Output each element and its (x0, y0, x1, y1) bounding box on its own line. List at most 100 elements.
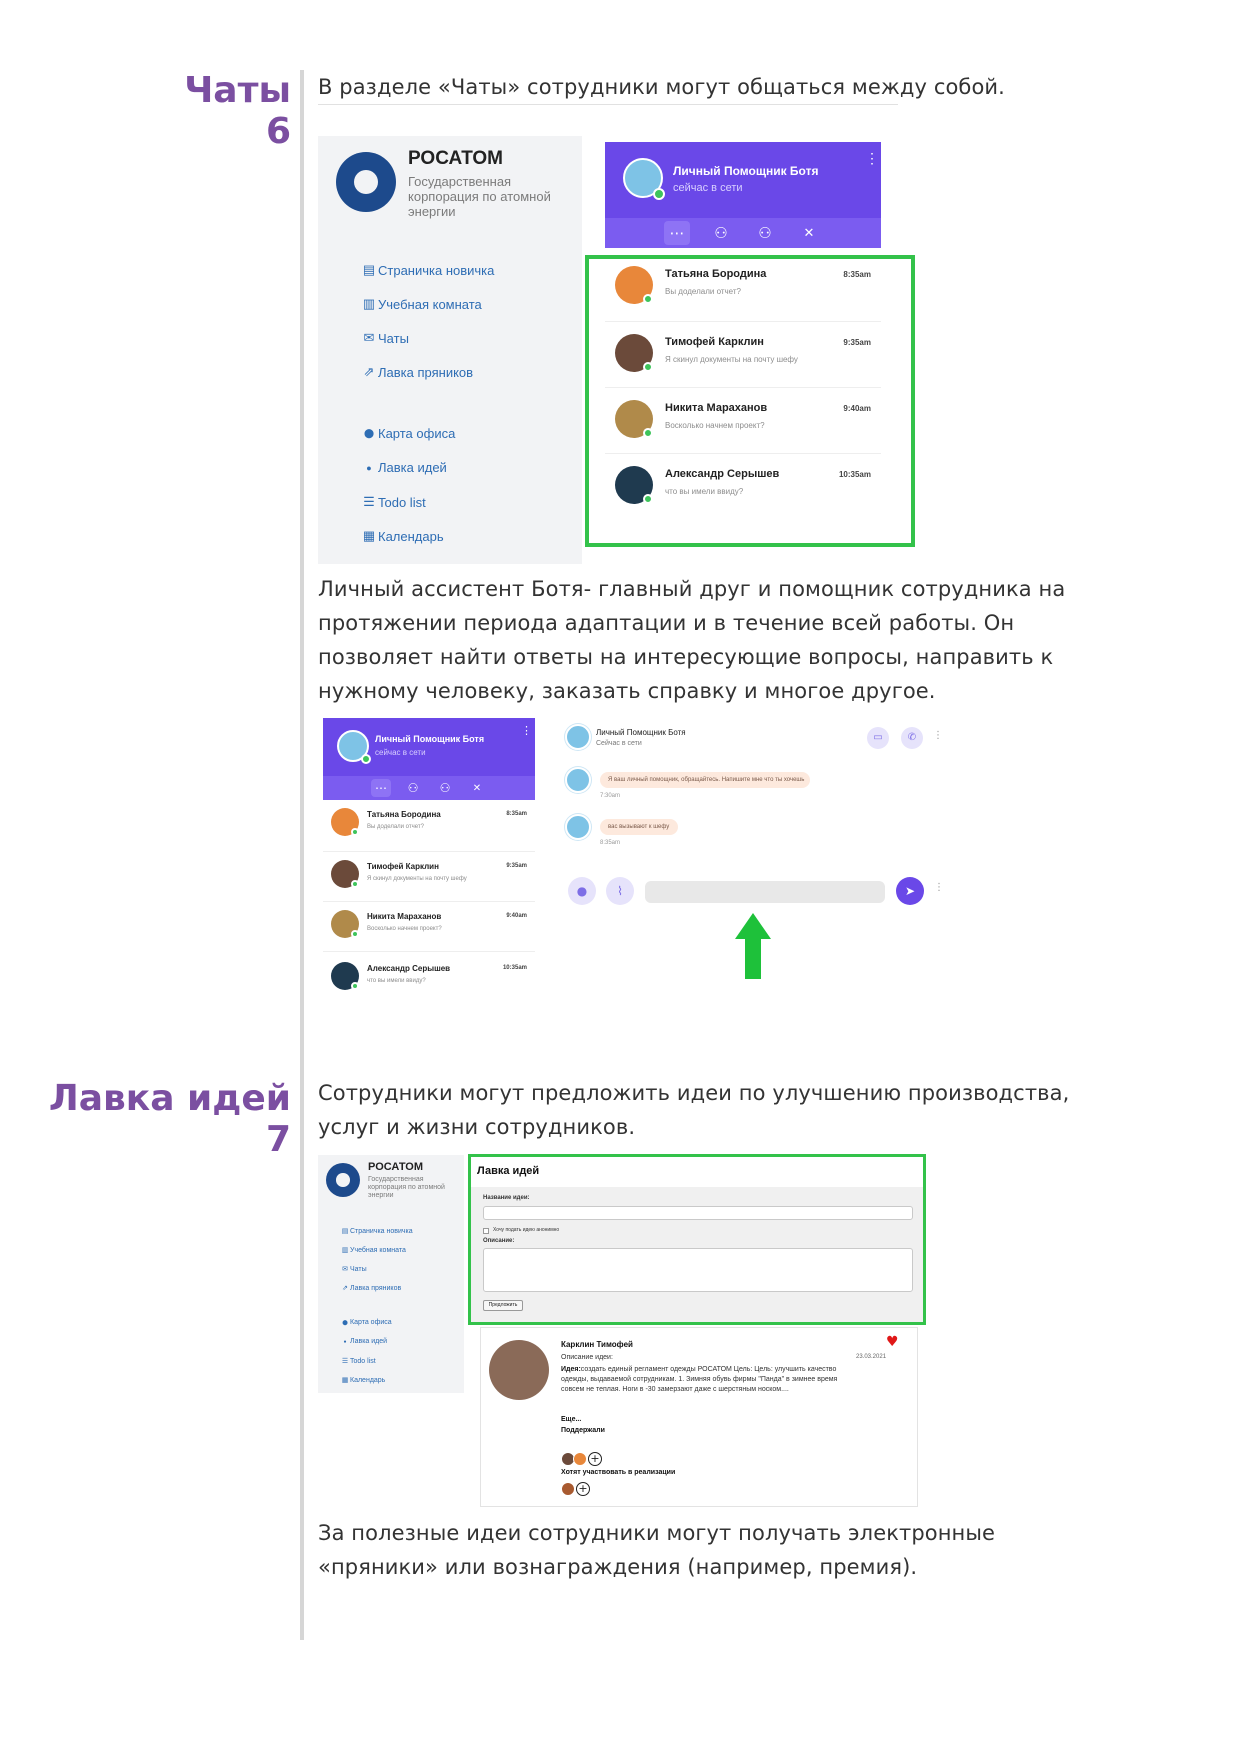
menu-item-study[interactable]: ▥ Учебная комната (360, 296, 482, 312)
close-icon[interactable]: ✕ (796, 226, 822, 241)
chat-row[interactable]: Никита Мараханов Восколько начнем проект… (323, 902, 535, 952)
idea-body: Идея:создать единый регламент одежды РОС… (561, 1365, 841, 1395)
envelope-icon: ✉ (342, 1266, 348, 1273)
chat-last-message: Вы доделали отчет? (367, 824, 424, 830)
chat-row[interactable]: Тимофей Карклин Я скинул документы на по… (323, 852, 535, 902)
brand-subtitle: Государственная корпорация по атомной эн… (368, 1176, 445, 1199)
video-camera-icon[interactable]: ▭ (867, 727, 889, 749)
send-icon[interactable]: ➤ (896, 877, 924, 905)
input-kebab-icon[interactable]: ⋮ (934, 882, 944, 893)
participate-label: Хотят участвовать в реализации (561, 1469, 676, 1476)
phone-icon[interactable]: ✆ (901, 727, 923, 749)
chat-last-message: Я скинул документы на почту шефу (367, 876, 467, 882)
participant-avatar (561, 1482, 575, 1496)
chat-name: Тимофей Карклин (367, 862, 439, 871)
idea-prefix: Идея: (561, 1366, 581, 1373)
bot-tabs: ⋯ ⚇ ⚇ ✕ (605, 218, 881, 248)
menu-item-office-map[interactable]: ⬤ Карта офиса (340, 1319, 391, 1326)
message-input[interactable] (645, 881, 885, 903)
heart-icon[interactable]: ♥ (886, 1334, 899, 1350)
message-bubble: Я ваш личный помощник, обращайтесь. Напи… (600, 772, 810, 788)
menu-item-todo[interactable]: ☰ Todo list (360, 494, 426, 510)
list-icon: ☰ (341, 1358, 349, 1365)
message-time: 8:35am (600, 840, 621, 846)
idea-desc-label: Описание идеи: (561, 1354, 613, 1361)
user-online-icon[interactable]: ⚇ (708, 224, 734, 242)
online-indicator (361, 754, 371, 764)
menu-item-calendar[interactable]: ▦ Календарь (340, 1376, 386, 1385)
envelope-icon: ✉ (363, 330, 375, 345)
user-icon[interactable]: ⚇ (435, 781, 455, 795)
kebab-menu-icon[interactable]: ⋮ (521, 724, 532, 737)
kebab-menu-icon[interactable]: ⋮ (865, 150, 879, 167)
idea-text: создать единый регламент одежды РОСАТОМ … (561, 1366, 838, 1393)
file-icon: ▤ (362, 262, 376, 277)
calendar-icon: ▦ (341, 1377, 349, 1384)
microphone-icon[interactable]: ● (568, 877, 596, 905)
author-avatar (489, 1340, 549, 1400)
chat-time: 9:40am (506, 913, 527, 919)
menu-item-study[interactable]: ▥ Учебная комната (340, 1246, 406, 1255)
chat-row[interactable]: Александр Серышев что вы имели ввиду? 10… (323, 952, 535, 1004)
bot-name: Личный Помощник Ботя (375, 734, 485, 744)
rewards-text: За полезные идеи сотрудники могут получа… (318, 1521, 996, 1579)
highlight-frame (585, 255, 915, 547)
chat-bubble-icon[interactable]: ⋯ (664, 221, 690, 245)
user-icon[interactable]: ⚇ (752, 224, 778, 242)
bot-description: Личный ассистент Ботя- главный друг и по… (318, 577, 1066, 703)
chats-intro: В разделе «Чаты» сотрудники могут общать… (318, 75, 1005, 99)
bot-header-small: Личный Помощник Ботя сейчас в сети ⋮ (323, 718, 535, 776)
conversation-bot-name: Личный Помощник Ботя (596, 728, 686, 737)
message-bubble: вас вызывают к шефу (600, 819, 678, 835)
idea-card: Карклин Тимофей Описание идеи: 23.03.202… (480, 1327, 918, 1507)
add-participant-icon[interactable]: + (576, 1482, 590, 1496)
section-heading-chats: Чаты 6 (184, 70, 291, 153)
chat-row[interactable]: Татьяна Бородина Вы доделали отчет? 8:35… (323, 800, 535, 852)
menu-item-office-map[interactable]: ⬤ Карта офиса (360, 426, 455, 441)
ideas-intro: Сотрудники могут предложить идеи по улуч… (318, 1081, 1070, 1139)
arrow-up-icon (735, 913, 771, 979)
brand-name: РОСАТОМ (408, 148, 503, 169)
brand-subtitle: Государственная корпорация по атомной эн… (408, 174, 551, 219)
portal-sidebar-small: РОСАТОМ Государственная корпорация по ат… (318, 1155, 464, 1393)
vertical-divider (300, 70, 304, 1640)
list-icon: ☰ (363, 494, 375, 509)
menu-item-chats[interactable]: ✉ Чаты (340, 1265, 367, 1274)
online-dot (351, 828, 359, 836)
rosatom-logo (326, 1163, 360, 1197)
chat-list-small: Татьяна Бородина Вы доделали отчет? 8:35… (323, 800, 535, 1020)
menu-item-newbie[interactable]: ▤ Страничка новичка (360, 262, 495, 278)
more-link[interactable]: Еще... (561, 1416, 581, 1423)
chat-bubble-icon[interactable]: ⋯ (371, 779, 391, 797)
menu-item-ideas[interactable]: ● Лавка идей (340, 1338, 387, 1345)
menu-item-chats[interactable]: ✉ Чаты (360, 330, 409, 346)
menu-item-calendar[interactable]: ▦ Календарь (360, 528, 444, 544)
book-icon: ▥ (341, 1247, 349, 1254)
section-heading-ideas: Лавка идей 7 (49, 1078, 291, 1161)
bot-avatar (565, 767, 591, 793)
bot-name: Личный Помощник Ботя (673, 164, 819, 178)
menu-item-gingerbread[interactable]: ⇗ Лавка пряников (340, 1284, 401, 1293)
user-online-icon[interactable]: ⚇ (403, 781, 423, 795)
chat-time: 9:35am (506, 863, 527, 869)
section-number: 6 (265, 111, 291, 153)
conversation-bot-status: Сейчас в сети (596, 740, 642, 747)
map-pin-icon: ⬤ (363, 428, 375, 438)
conversation-kebab-icon[interactable]: ⋮ (933, 730, 943, 741)
chat-last-message: что вы имели ввиду? (367, 978, 426, 984)
chat-name: Александр Серышев (367, 964, 451, 973)
chart-icon: ⇗ (342, 1285, 348, 1292)
menu-item-newbie[interactable]: ▤ Страничка новичка (340, 1227, 413, 1236)
supported-label: Поддержали (561, 1427, 605, 1434)
close-icon[interactable]: ✕ (467, 783, 487, 794)
paperclip-icon[interactable]: ⌇ (606, 877, 634, 905)
menu-item-gingerbread[interactable]: ⇗ Лавка пряников (360, 364, 474, 380)
bot-tabs-small: ⋯ ⚇ ⚇ ✕ (323, 776, 535, 800)
bot-status: сейчас в сети (673, 182, 743, 194)
online-indicator (653, 188, 665, 200)
chart-icon: ⇗ (363, 364, 375, 379)
menu-item-todo[interactable]: ☰ Todo list (340, 1357, 376, 1366)
menu-item-ideas[interactable]: ● Лавка идей (360, 460, 447, 475)
add-support-icon[interactable]: + (588, 1452, 602, 1466)
calendar-icon: ▦ (362, 528, 376, 543)
